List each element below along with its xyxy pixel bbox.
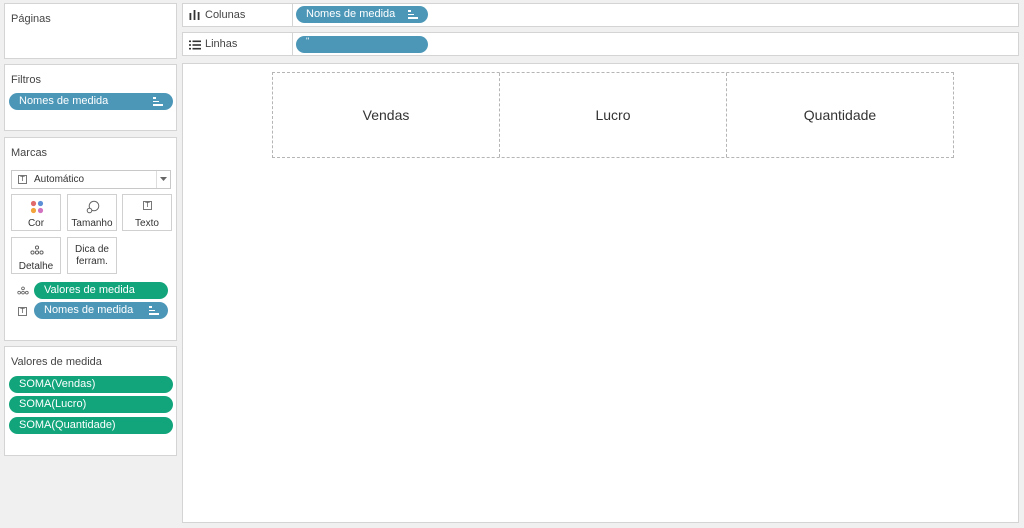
columns-pill-measure-names[interactable]: Nomes de medida [296, 6, 428, 23]
rows-shelf: Linhas " [182, 32, 1019, 56]
text-button[interactable]: T Texto [122, 194, 172, 231]
rows-label: Linhas [205, 38, 238, 50]
filter-pill-measure-names[interactable]: Nomes de medida [9, 93, 173, 110]
rows-pill-label: " [306, 36, 310, 46]
rows-pill[interactable]: " [296, 36, 428, 53]
mark-type-dropdown[interactable]: T Automático [11, 170, 171, 189]
measure-pill-quantity[interactable]: SOMA(Quantidade) [9, 417, 173, 434]
detail-icon [17, 286, 29, 295]
sort-icon [149, 306, 159, 315]
text-icon: T [18, 307, 27, 316]
column-header-label: Lucro [595, 107, 631, 123]
column-header-quantity[interactable]: Quantidade [727, 73, 953, 157]
marks-title: Marcas [11, 147, 48, 159]
rows-icon [189, 40, 201, 50]
filters-card: Filtros Nomes de medida [4, 64, 177, 131]
color-button[interactable]: Cor [11, 194, 61, 231]
tooltip-label-line2: ferram. [76, 256, 108, 267]
column-header-label: Quantidade [803, 107, 877, 123]
measure-values-card: Valores de medida SOMA(Vendas) SOMA(Lucr… [4, 346, 177, 456]
column-header-label: Vendas [362, 107, 410, 123]
text-icon: T [143, 201, 152, 210]
measure-values-title: Valores de medida [11, 356, 102, 368]
marks-pill-label: Valores de medida [44, 284, 135, 296]
shelf-divider [292, 4, 293, 26]
color-icon [30, 200, 44, 214]
marks-card: Marcas T Automático Cor Tamanho T Texto [4, 137, 177, 341]
tooltip-label-line1: Dica de [75, 244, 109, 255]
measure-pill-profit[interactable]: SOMA(Lucro) [9, 396, 173, 413]
pages-title: Páginas [11, 13, 51, 25]
columns-shelf: Colunas Nomes de medida [182, 3, 1019, 27]
columns-label: Colunas [205, 9, 246, 21]
tooltip-button[interactable]: Dica de ferram. [67, 237, 117, 274]
detail-button[interactable]: Detalhe [11, 237, 61, 274]
measure-pill-label: SOMA(Lucro) [19, 398, 87, 410]
size-icon [86, 200, 100, 214]
text-icon: T [18, 175, 27, 184]
size-button[interactable]: Tamanho [67, 194, 117, 231]
detail-icon [30, 245, 44, 255]
sort-icon [153, 97, 163, 106]
view-canvas: Vendas Lucro Quantidade [182, 63, 1019, 523]
marks-pill-measure-values[interactable]: Valores de medida [34, 282, 168, 299]
chevron-down-icon[interactable] [156, 171, 170, 188]
columns-icon [189, 10, 200, 20]
mark-type-label: Automático [34, 174, 85, 185]
text-label: Texto [135, 218, 159, 229]
color-label: Cor [27, 218, 45, 229]
sort-icon [408, 10, 418, 19]
header-table: Vendas Lucro Quantidade [272, 72, 954, 158]
filter-pill-label: Nomes de medida [19, 95, 109, 107]
filters-title: Filtros [11, 74, 41, 86]
marks-pill-label: Nomes de medida [44, 304, 134, 316]
measure-pill-label: SOMA(Vendas) [19, 378, 96, 390]
shelf-divider [292, 33, 293, 55]
columns-pill-label: Nomes de medida [306, 8, 396, 20]
pages-card: Páginas [4, 3, 177, 59]
measure-pill-sales[interactable]: SOMA(Vendas) [9, 376, 173, 393]
detail-label: Detalhe [18, 261, 54, 272]
marks-pill-measure-names[interactable]: Nomes de medida [34, 302, 168, 319]
column-header-sales[interactable]: Vendas [273, 73, 500, 157]
column-header-profit[interactable]: Lucro [500, 73, 727, 157]
measure-pill-label: SOMA(Quantidade) [19, 419, 116, 431]
size-label: Tamanho [71, 218, 113, 229]
